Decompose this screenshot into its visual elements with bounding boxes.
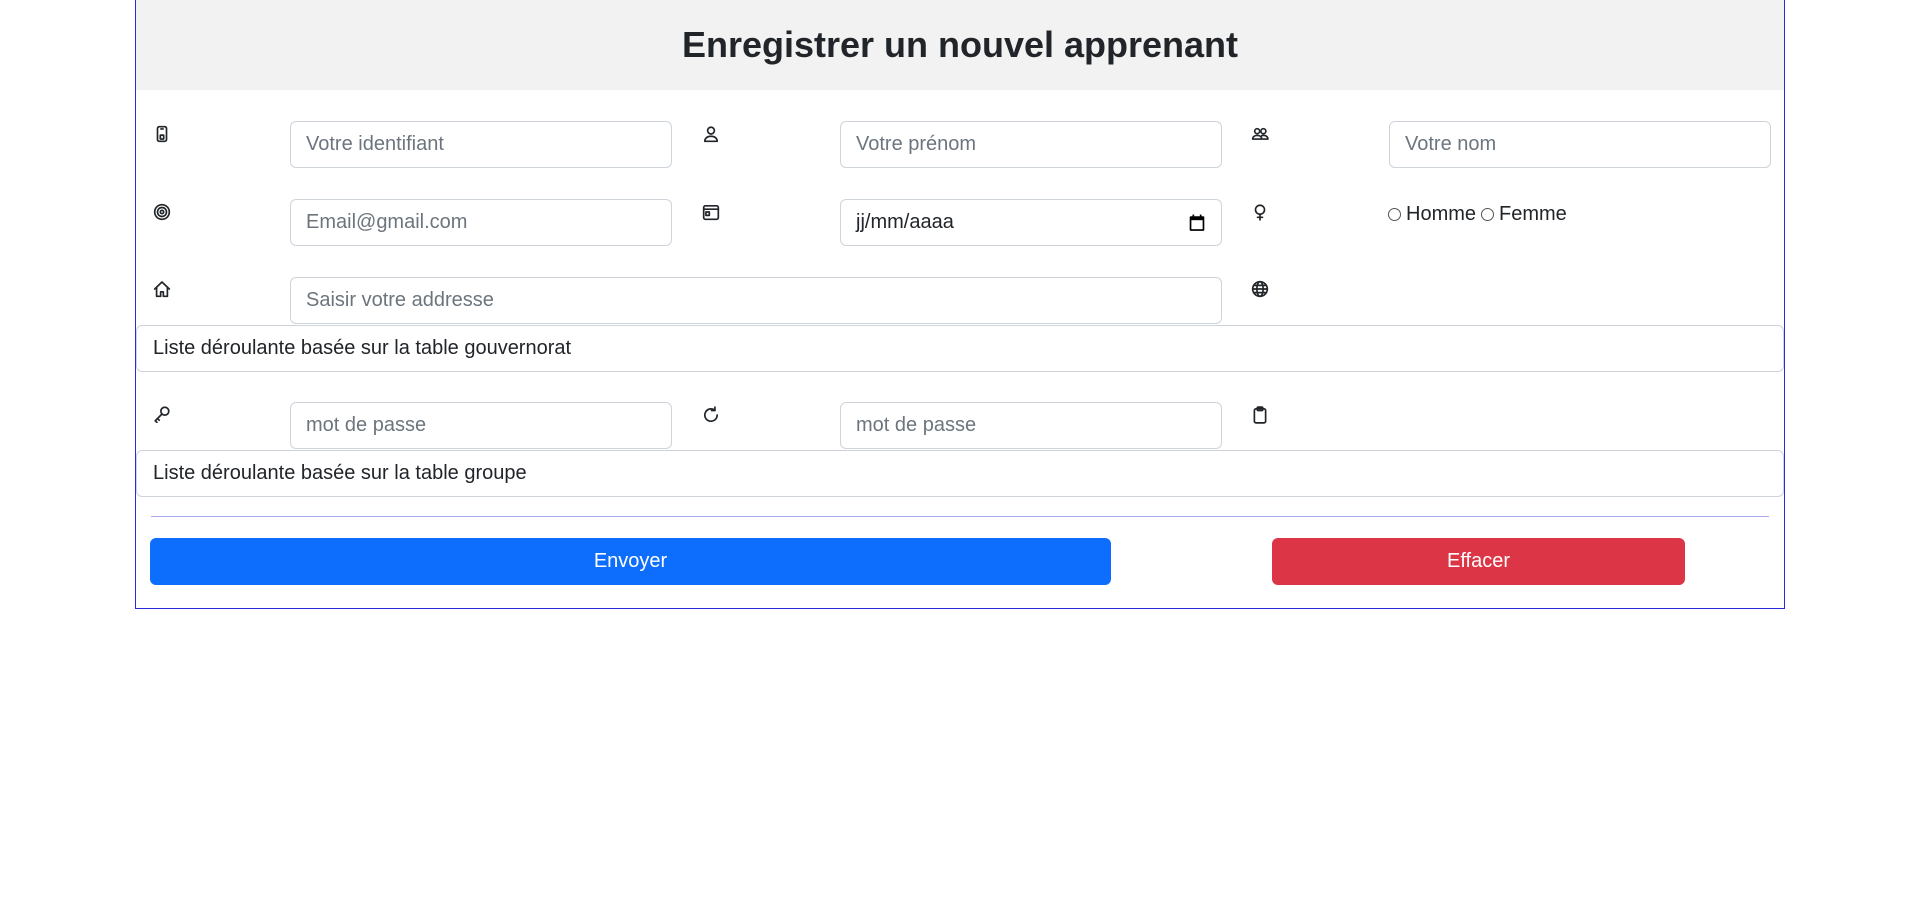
radio-femme[interactable]: Femme: [1481, 203, 1567, 226]
radio-homme-circle[interactable]: [1388, 208, 1401, 221]
confirmation-mot-de-passe-input[interactable]: [840, 402, 1222, 449]
at-target-icon: [153, 203, 171, 221]
calendar-icon: [702, 203, 720, 221]
gender-icon: [1251, 203, 1269, 221]
phone-id-icon: [153, 125, 171, 143]
form-divider: [151, 516, 1769, 517]
registration-form: Enregistrer un nouvel apprenant jj/mm/aa…: [135, 0, 1785, 609]
sexe-radio-group: Homme Femme: [1388, 203, 1567, 226]
mot-de-passe-input[interactable]: [290, 402, 672, 449]
date-naissance-input[interactable]: jj/mm/aaaa: [840, 199, 1222, 246]
house-icon: [153, 280, 171, 298]
nom-input[interactable]: [1389, 121, 1771, 168]
identifiant-input[interactable]: [290, 121, 672, 168]
date-format-text: jj/mm/aaaa: [856, 211, 954, 233]
globe-icon: [1251, 280, 1269, 298]
radio-femme-circle[interactable]: [1481, 208, 1495, 221]
email-input[interactable]: [290, 199, 672, 246]
form-title: Enregistrer un nouvel apprenant: [681, 24, 1239, 65]
radio-homme-label: Homme: [1406, 203, 1477, 225]
calendar-picker-icon[interactable]: [1188, 214, 1206, 232]
prenom-input[interactable]: [840, 121, 1222, 168]
people-icon: [1251, 125, 1269, 143]
person-icon: [702, 125, 720, 143]
gouvernorat-select[interactable]: Liste déroulante basée sur la table gouv…: [136, 325, 1784, 372]
groupe-select[interactable]: Liste déroulante basée sur la table grou…: [136, 450, 1784, 497]
effacer-button[interactable]: Effacer: [1272, 538, 1685, 585]
key-icon: [153, 405, 171, 423]
groupe-select-label: Liste déroulante basée sur la table grou…: [153, 462, 527, 484]
radio-homme[interactable]: Homme: [1388, 203, 1476, 226]
envoyer-button[interactable]: Envoyer: [150, 538, 1111, 585]
gouvernorat-select-label: Liste déroulante basée sur la table gouv…: [153, 337, 572, 359]
form-header: Enregistrer un nouvel apprenant: [136, 0, 1784, 90]
refresh-icon: [702, 406, 720, 424]
adresse-input[interactable]: [290, 277, 1222, 324]
radio-femme-label: Femme: [1499, 203, 1567, 225]
clipboard-icon: [1251, 406, 1269, 424]
